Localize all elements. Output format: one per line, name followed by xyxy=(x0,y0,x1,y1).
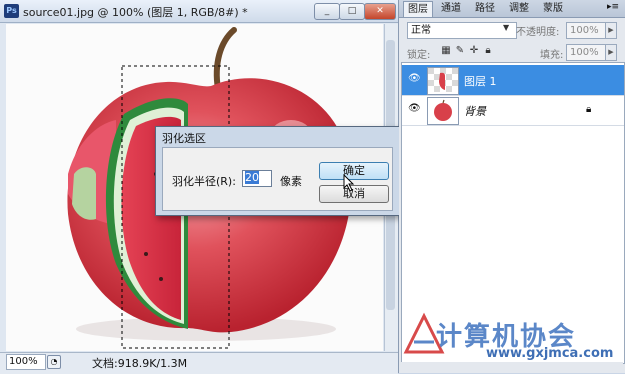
panel-footer xyxy=(401,362,623,373)
layer-name: 背景 xyxy=(464,105,486,118)
lock-icon: 🔒︎ xyxy=(586,104,592,115)
document-info: 文档:918.9K/1.3M xyxy=(92,357,188,370)
mouse-cursor-icon xyxy=(343,174,355,192)
tab-masks[interactable]: 蒙版 xyxy=(539,1,567,16)
layer-thumbnail xyxy=(427,67,459,95)
layer-name: 图层 1 xyxy=(464,75,497,88)
eye-icon[interactable]: 👁︎ xyxy=(408,73,421,85)
close-button[interactable]: ✕ xyxy=(364,3,396,20)
panel-tabs: 图层 通道 路径 调整 蒙版 ▸≡ xyxy=(399,0,625,18)
lock-position-icon[interactable]: ✛ xyxy=(469,46,479,56)
radius-input[interactable]: 20 xyxy=(242,170,272,187)
tab-paths[interactable]: 路径 xyxy=(471,1,499,16)
zoom-field[interactable]: 100% xyxy=(6,354,46,370)
opacity-label: 不透明度: xyxy=(516,27,560,38)
fill-field[interactable]: 100% xyxy=(566,44,607,61)
maximize-button[interactable]: □ xyxy=(339,3,365,20)
tab-channels[interactable]: 通道 xyxy=(437,1,465,16)
layer-thumbnail xyxy=(427,97,459,125)
tab-adjustments[interactable]: 调整 xyxy=(505,1,533,16)
dialog-body: 羽化半径(R): 20 像素 确定 取消 xyxy=(162,147,393,211)
opacity-field[interactable]: 100% xyxy=(566,22,607,39)
lock-transparent-icon[interactable]: ▦ xyxy=(441,46,451,56)
layer-row-1[interactable]: 👁︎ 图层 1 xyxy=(402,65,624,96)
fill-arrow-icon[interactable]: ▶ xyxy=(605,44,617,61)
document-title: source01.jpg @ 100% (图层 1, RGB/8#) * xyxy=(23,6,248,19)
opacity-arrow-icon[interactable]: ▶ xyxy=(605,22,617,39)
lock-all-icon[interactable]: 🔒︎ xyxy=(483,46,493,56)
layer-row-background[interactable]: 👁︎ 背景 🔒︎ xyxy=(402,95,624,126)
feather-dialog: 羽化选区 羽化半径(R): 20 像素 确定 取消 xyxy=(155,126,400,216)
minimize-button[interactable]: _ xyxy=(314,3,340,20)
lock-label: 锁定: xyxy=(407,50,431,61)
unit-label: 像素 xyxy=(280,175,302,188)
watermark-url: www.gxjmca.com xyxy=(486,346,614,361)
panel-menu-icon[interactable]: ▸≡ xyxy=(607,2,619,12)
document-titlebar[interactable]: Ps source01.jpg @ 100% (图层 1, RGB/8#) * … xyxy=(0,0,398,23)
fill-label: 填充: xyxy=(540,50,564,61)
radius-label: 羽化半径(R): xyxy=(172,175,236,188)
photoshop-icon: Ps xyxy=(4,4,19,18)
tab-layers[interactable]: 图层 xyxy=(403,1,433,17)
status-menu-icon[interactable]: ◔ xyxy=(47,355,61,369)
eye-icon[interactable]: 👁︎ xyxy=(408,103,421,115)
chevron-down-icon: ▼ xyxy=(503,23,510,32)
lock-row: 锁定: ▦ ✎ ✛ 🔒︎ 填充: 100% ▶ xyxy=(407,44,619,61)
lock-image-icon[interactable]: ✎ xyxy=(455,46,465,56)
radius-value: 20 xyxy=(245,171,259,184)
blend-mode-select[interactable]: 正常 xyxy=(407,22,517,39)
dialog-title: 羽化选区 xyxy=(162,132,206,145)
